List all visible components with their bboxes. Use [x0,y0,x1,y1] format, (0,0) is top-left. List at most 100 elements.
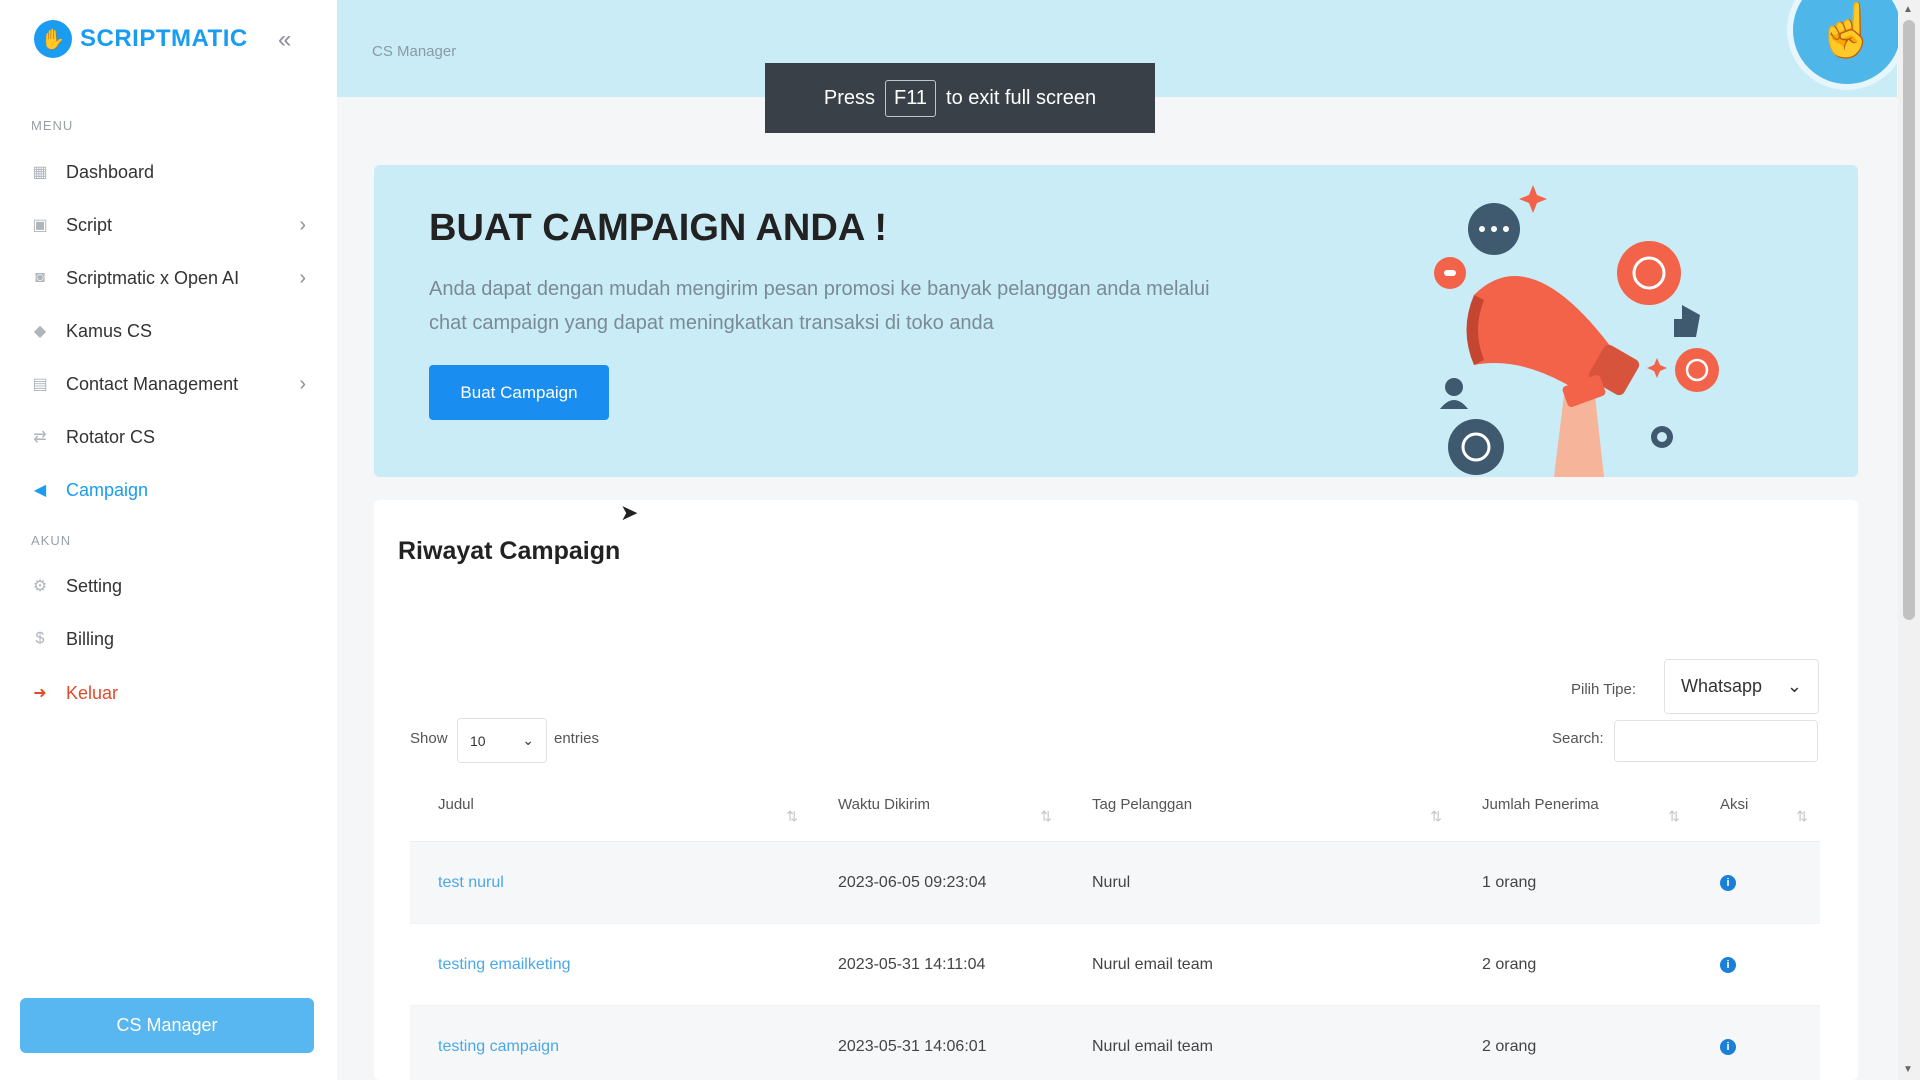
chevron-down-icon: ⌄ [522,732,534,748]
sort-icon: ⇅ [1430,808,1442,824]
menu-section-label: MENU [31,118,74,133]
entries-label: entries [554,730,600,747]
collapse-sidebar-icon[interactable]: « [278,26,291,54]
sidebar-item-label: Keluar [66,682,119,703]
sidebar-item-keluar[interactable]: ➜ Keluar [30,675,306,711]
campaign-history-card: Riwayat Campaign Pilih Tipe: Whatsapp ⌄ … [374,500,1858,1080]
cs-manager-button[interactable]: CS Manager [20,998,314,1053]
sidebar-item-label: Rotator CS [66,426,156,447]
table-row: testing emailketing 2023-05-31 14:11:04 … [410,924,1820,1006]
thumbs-up-icon [1674,305,1700,337]
customer-tag: Nurul email team [1092,1037,1213,1055]
sidebar-item-label: Script [66,214,113,235]
sent-time: 2023-06-05 09:23:04 [838,873,987,891]
billing-icon: $ [35,630,45,647]
sidebar: ✋ SCRIPTMATIC « MENU ▦ Dashboard ▣ Scrip… [0,0,337,1080]
brand-logo-icon: ✋ [34,20,72,58]
gear-icon: ⚙ [32,578,48,595]
recipient-count: 1 orang [1482,873,1537,891]
recipient-count: 2 orang [1482,955,1537,973]
scroll-thumb[interactable] [1903,20,1915,620]
sent-time: 2023-05-31 14:06:01 [838,1037,987,1055]
chevron-down-icon: ⌄ [1786,676,1802,696]
sidebar-item-kamus-cs[interactable]: ◆ Kamus CS [30,313,306,349]
whatsapp-icon [1448,419,1504,475]
type-select[interactable]: Whatsapp ⌄ [1664,659,1819,714]
scroll-down-icon[interactable]: ▼ [1903,1064,1913,1075]
chevron-right-icon: › [299,213,306,236]
recipient-count: 2 orang [1482,1037,1537,1055]
info-icon[interactable]: i [1720,874,1736,891]
customer-tag: Nurul email team [1092,955,1213,973]
type-select-value: Whatsapp [1681,676,1763,696]
sidebar-item-setting[interactable]: ⚙ Setting [30,568,306,604]
sidebar-item-script[interactable]: ▣ Script › [30,207,306,243]
sidebar-item-label: Contact Management [66,373,239,394]
banner-title: BUAT CAMPAIGN ANDA ! [429,207,888,249]
toast-prefix: Press [823,86,876,109]
sent-time: 2023-05-31 14:11:04 [838,955,986,973]
history-title: Riwayat Campaign [398,537,621,565]
sidebar-item-label: Scriptmatic x Open AI [66,267,240,288]
entries-select[interactable]: 10 ⌄ [457,718,547,763]
column-header-jumlah[interactable]: Jumlah Penerima ⇅ [1454,772,1692,841]
table-header: Judul ⇅ Waktu Dikirim ⇅ Tag Pelanggan ⇅ Jum… [410,772,1820,842]
page-scrollbar[interactable]: ▲ ▼ [1898,0,1920,1080]
book-icon: ◆ [33,323,47,340]
entries-select-value: 10 [470,732,486,749]
campaign-banner: BUAT CAMPAIGN ANDA ! Anda dapat dengan m… [374,165,1858,477]
chevron-right-icon: › [299,372,306,395]
sidebar-item-dashboard[interactable]: ▦ Dashboard [30,154,306,190]
sidebar-item-label: Kamus CS [66,320,153,341]
sidebar-item-contact-management[interactable]: ▤ Contact Management › [30,366,306,402]
column-header-tag[interactable]: Tag Pelanggan ⇅ [1064,772,1454,841]
brand[interactable]: ✋ SCRIPTMATIC [34,20,248,58]
customer-tag: Nurul [1092,873,1131,891]
logout-icon: ➜ [33,685,47,702]
script-icon: ▣ [32,217,48,234]
megaphone-icon: ◀ [33,482,47,499]
search-label: Search: [1552,730,1604,747]
hand-icon[interactable]: ☝ [1787,0,1907,90]
campaign-title-link[interactable]: test nurul [410,874,810,892]
sidebar-item-label: Campaign [66,479,149,500]
banner-description: Anda dapat dengan mudah mengirim pesan p… [429,278,1210,334]
whatsapp-icon [1617,241,1681,305]
sort-icon: ⇅ [786,808,798,824]
toast-key: F11 [885,79,937,117]
scroll-up-icon[interactable]: ▲ [1903,4,1913,15]
show-label: Show [410,730,448,747]
toast-suffix: to exit full screen [946,86,1097,109]
campaign-table: Judul ⇅ Waktu Dikirim ⇅ Tag Pelanggan ⇅ Jum… [410,772,1820,1080]
campaign-title-link[interactable]: testing campaign [410,1038,810,1056]
sidebar-item-label: Billing [66,628,115,649]
mouse-cursor-icon: ➤ [620,500,639,525]
info-icon[interactable]: i [1720,1038,1736,1055]
robot-icon: ◙ [35,269,45,286]
sort-icon: ⇅ [1040,808,1052,824]
buat-campaign-button[interactable]: Buat Campaign [429,365,609,420]
table-row: test nurul 2023-06-05 09:23:04 Nurul 1 o… [410,842,1820,924]
brand-name: SCRIPTMATIC [80,25,248,52]
search-input[interactable] [1614,720,1818,762]
sidebar-item-rotator-cs[interactable]: ⇄ Rotator CS [30,419,306,455]
user-icon [1445,378,1463,396]
column-header-judul[interactable]: Judul ⇅ [410,772,810,841]
table-row: testing campaign 2023-05-31 14:06:01 Nur… [410,1006,1820,1080]
breadcrumb[interactable]: CS Manager [372,43,456,60]
sidebar-item-label: Dashboard [66,161,155,182]
campaign-title-link[interactable]: testing emailketing [410,956,810,974]
whatsapp-icon [1675,348,1719,392]
megaphone-illustration [1434,185,1719,477]
fullscreen-toast: Press F11 to exit full screen [765,63,1155,133]
sort-icon: ⇅ [1796,808,1808,824]
dashboard-icon: ▦ [32,164,48,181]
type-label: Pilih Tipe: [1571,681,1637,698]
sidebar-item-openai[interactable]: ◙ Scriptmatic x Open AI › [30,260,306,296]
sidebar-item-campaign[interactable]: ◀ Campaign [30,472,306,508]
contacts-icon: ▤ [32,376,48,393]
column-header-waktu[interactable]: Waktu Dikirim ⇅ [810,772,1064,841]
column-header-aksi[interactable]: Aksi ⇅ [1692,772,1820,841]
sidebar-item-billing[interactable]: $ Billing [30,621,306,657]
info-icon[interactable]: i [1720,956,1736,973]
